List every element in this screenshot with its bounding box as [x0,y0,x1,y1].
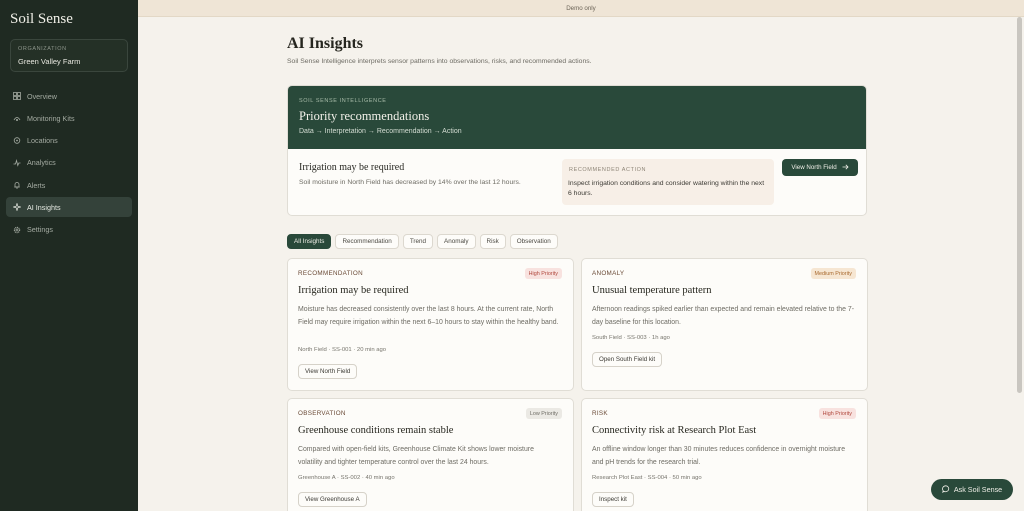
priority-item-text: Soil moisture in North Field has decreas… [299,179,521,186]
priority-header: SOIL SENSE INTELLIGENCE Priority recomme… [288,86,866,149]
priority-badge: Low Priority [525,408,562,419]
insight-title: Connectivity risk at Research Plot East [592,425,757,436]
insight-title: Unusual temperature pattern [592,285,712,296]
insight-meta: North Field · SS-001 · 20 min ago [298,347,387,353]
arrow-right-icon [842,164,849,172]
priority-flow: Data → Interpretation → Recommendation →… [299,128,462,135]
organization-label: ORGANIZATION [18,46,67,52]
insight-meta: Greenhouse A · SS-002 · 40 min ago [298,475,395,481]
priority-item-title: Irrigation may be required [299,162,405,173]
scrollbar[interactable] [1017,17,1022,393]
chat-bubble-icon [941,484,950,495]
insight-body: An offline window longer than 30 minutes… [592,446,846,466]
filter-observation[interactable]: Observation [509,234,558,249]
sidebar-item-alerts[interactable]: Alerts [6,175,132,195]
ask-soil-sense-button[interactable]: Ask Soil Sense [931,479,1013,500]
intelligence-label: SOIL SENSE INTELLIGENCE [299,98,387,104]
page-title: AI Insights [287,35,364,52]
insight-body: Moisture has decreased consistently over… [298,306,559,326]
filter-trend[interactable]: Trend [402,234,434,249]
insight-filter-tabs: All Insights Recommendation Trend Anomal… [287,234,558,249]
insight-card: RECOMMENDATION High Priority Irrigation … [287,258,574,391]
organization-name: Green Valley Farm [18,57,81,66]
priority-badge: Medium Priority [810,268,856,279]
insight-card: RISK High Priority Connectivity risk at … [581,398,868,511]
insight-type: OBSERVATION [298,410,346,417]
insight-type: ANOMALY [592,270,625,277]
gear-icon [12,225,21,234]
insight-body: Compared with open-field kits, Greenhous… [298,446,534,466]
insight-meta: Research Plot East · SS-004 · 50 min ago [592,475,702,481]
sidebar-item-analytics[interactable]: Analytics [6,153,132,173]
insight-title: Irrigation may be required [298,285,409,296]
grid-icon [12,92,21,101]
sidebar-nav: Overview Monitoring Kits Locations Analy… [6,86,132,242]
priority-title: Priority recommendations [299,109,430,123]
bell-icon [12,181,21,190]
priority-recommendations-panel: SOIL SENSE INTELLIGENCE Priority recomme… [287,85,867,216]
app-logo[interactable]: Soil Sense [10,11,73,28]
filter-all-insights[interactable]: All Insights [287,234,332,249]
sidebar-item-monitoring-kits[interactable]: Monitoring Kits [6,108,132,128]
sidebar-item-label: Settings [27,225,53,235]
sensor-icon [12,114,21,123]
sidebar-item-label: Overview [27,91,57,101]
sidebar-item-label: Alerts [27,180,46,190]
filter-recommendation[interactable]: Recommendation [335,234,399,249]
insight-meta: South Field · SS-003 · 1h ago [592,335,670,341]
insight-type: RECOMMENDATION [298,270,363,277]
priority-badge: High Priority [524,268,562,279]
filter-anomaly[interactable]: Anomaly [437,234,476,249]
sidebar-item-label: Analytics [27,158,56,168]
sidebar-item-label: Monitoring Kits [27,113,75,123]
sidebar: Soil Sense ORGANIZATION Green Valley Far… [0,0,138,511]
recommended-action-text: Inspect irrigation conditions and consid… [568,180,765,197]
sparkle-icon [12,203,21,212]
organization-switcher[interactable]: ORGANIZATION Green Valley Farm [10,39,128,72]
filter-risk[interactable]: Risk [479,234,506,249]
insight-card: OBSERVATION Low Priority Greenhouse cond… [287,398,574,511]
pin-icon [12,136,21,145]
recommended-action-label: RECOMMENDED ACTION [569,167,647,173]
sidebar-item-ai-insights[interactable]: AI Insights [6,197,132,218]
insight-card: ANOMALY Medium Priority Unusual temperat… [581,258,868,391]
button-label: View North Field [791,164,837,171]
sidebar-item-label: AI Insights [27,202,61,212]
insight-body: Afternoon readings spiked earlier than e… [592,306,855,326]
sidebar-item-overview[interactable]: Overview [6,86,132,106]
priority-badge: High Priority [818,408,856,419]
sidebar-item-settings[interactable]: Settings [6,220,132,240]
ask-label: Ask Soil Sense [953,485,1003,494]
open-south-field-kit-button[interactable]: Open South Field kit [592,352,663,367]
demo-banner: Demo only [138,0,1024,17]
page-subtitle: Soil Sense Intelligence interprets senso… [287,58,592,65]
inspect-kit-button[interactable]: Inspect kit [592,492,634,507]
insight-title: Greenhouse conditions remain stable [298,425,454,436]
view-north-field-button[interactable]: View North Field [782,159,858,176]
view-greenhouse-a-button[interactable]: View Greenhouse A [298,492,367,507]
view-north-field-card-button[interactable]: View North Field [298,364,358,379]
pulse-icon [12,158,21,167]
recommended-action-box: RECOMMENDED ACTION Inspect irrigation co… [562,159,774,205]
sidebar-item-label: Locations [27,136,58,146]
sidebar-item-locations[interactable]: Locations [6,131,132,151]
insight-type: RISK [592,410,608,417]
